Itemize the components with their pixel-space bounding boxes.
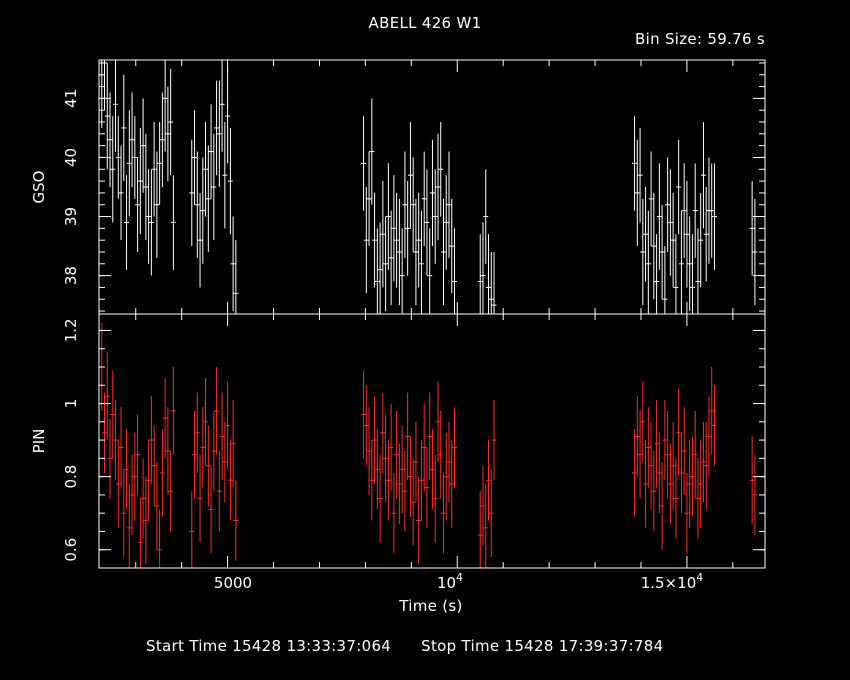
gso-panel: 38 39 40 41 GSO [30,59,766,315]
gso-ylabel: GSO [30,171,48,204]
x-tick-label-1.5e4: 1.5×104 [641,571,704,592]
pin-ytick-label: 1.2 [62,319,80,343]
gso-ytick-label: 38 [62,266,80,285]
pin-ytick-label: 0.6 [62,538,80,562]
x-tick-label-1e4: 104 [437,571,463,592]
pin-ytick-label: 1 [62,399,80,409]
gso-ytick-label: 40 [62,148,80,167]
stop-time: Stop Time 15428 17:39:37:784 [421,637,664,655]
light-curve-chart: 38 39 40 41 GSO 0.6 0.8 1 1.2 PIN 5000 104 1.5… [30,59,766,592]
time-range: Start Time 15428 13:33:37:064 Stop Time 1… [146,637,663,655]
pin-panel: 0.6 0.8 1 1.2 PIN [30,313,766,569]
x-tick-labels: 5000 104 1.5×104 [214,571,703,592]
pin-ytick-label: 0.8 [62,465,80,489]
x-tick-label-5000: 5000 [214,574,252,592]
pin-series [99,323,758,568]
gso-series [99,60,758,314]
gso-ytick-label: 39 [62,207,80,226]
pin-ylabel: PIN [30,429,48,454]
start-time: Start Time 15428 13:33:37:064 [146,637,392,655]
gso-ytick-label: 41 [62,89,80,108]
x-axis-label: Time (s) [399,597,463,615]
